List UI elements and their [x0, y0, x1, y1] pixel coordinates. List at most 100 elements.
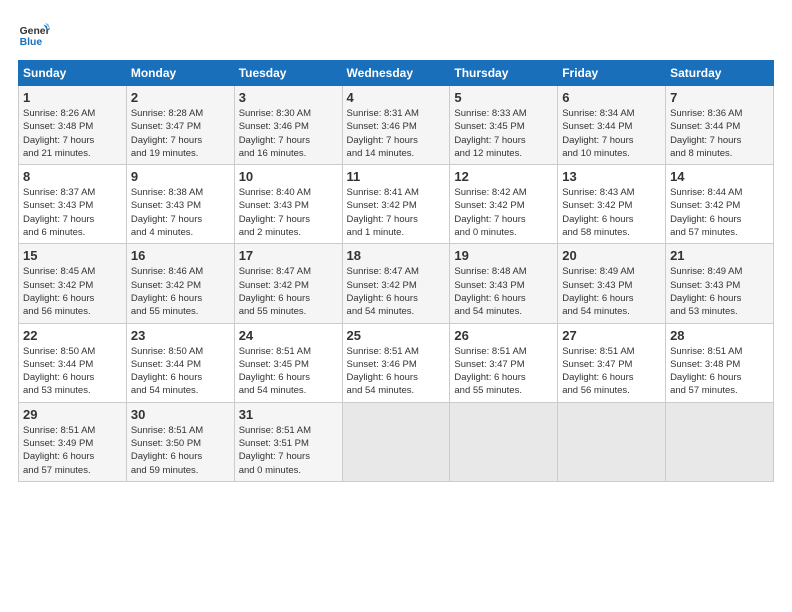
- day-content: Sunrise: 8:43 AMSunset: 3:42 PMDaylight:…: [562, 187, 634, 238]
- col-header-sunday: Sunday: [19, 61, 127, 86]
- day-content: Sunrise: 8:47 AMSunset: 3:42 PMDaylight:…: [347, 266, 419, 317]
- day-content: Sunrise: 8:51 AMSunset: 3:45 PMDaylight:…: [239, 346, 311, 397]
- day-cell: 3Sunrise: 8:30 AMSunset: 3:46 PMDaylight…: [234, 86, 342, 165]
- page: General Blue SundayMondayTuesdayWednesda…: [0, 0, 792, 612]
- logo: General Blue: [18, 18, 54, 50]
- col-header-monday: Monday: [126, 61, 234, 86]
- day-cell: 21 Sunrise: 8:49 AMSunset: 3:43 PMDayligh…: [666, 244, 774, 323]
- col-header-saturday: Saturday: [666, 61, 774, 86]
- day-number: 10: [239, 169, 338, 184]
- day-cell: 14 Sunrise: 8:44 AMSunset: 3:42 PMDayligh…: [666, 165, 774, 244]
- col-header-friday: Friday: [558, 61, 666, 86]
- day-content: Sunrise: 8:38 AMSunset: 3:43 PMDaylight:…: [131, 187, 203, 238]
- col-header-thursday: Thursday: [450, 61, 558, 86]
- day-cell: [450, 402, 558, 481]
- day-number: 23: [131, 328, 230, 343]
- day-cell: 5 Sunrise: 8:33 AMSunset: 3:45 PMDaylight…: [450, 86, 558, 165]
- day-content: Sunrise: 8:34 AMSunset: 3:44 PMDaylight:…: [562, 108, 634, 159]
- day-content: Sunrise: 8:28 AMSunset: 3:47 PMDaylight:…: [131, 108, 203, 159]
- day-content: Sunrise: 8:45 AMSunset: 3:42 PMDaylight:…: [23, 266, 95, 317]
- day-cell: 10 Sunrise: 8:40 AMSunset: 3:43 PMDayligh…: [234, 165, 342, 244]
- day-cell: [558, 402, 666, 481]
- day-cell: 1 Sunrise: 8:26 AMSunset: 3:48 PMDaylight…: [19, 86, 127, 165]
- day-cell: 18 Sunrise: 8:47 AMSunset: 3:42 PMDayligh…: [342, 244, 450, 323]
- day-cell: 25 Sunrise: 8:51 AMSunset: 3:46 PMDayligh…: [342, 323, 450, 402]
- day-number: 29: [23, 407, 122, 422]
- week-row-2: 8 Sunrise: 8:37 AMSunset: 3:43 PMDaylight…: [19, 165, 774, 244]
- svg-text:Blue: Blue: [20, 37, 43, 48]
- day-number: 28: [670, 328, 769, 343]
- day-cell: 24 Sunrise: 8:51 AMSunset: 3:45 PMDayligh…: [234, 323, 342, 402]
- day-number: 31: [239, 407, 338, 422]
- day-number: 15: [23, 248, 122, 263]
- day-content: Sunrise: 8:51 AMSunset: 3:49 PMDaylight:…: [23, 425, 95, 476]
- day-number: 2: [131, 90, 230, 105]
- day-content: Sunrise: 8:40 AMSunset: 3:43 PMDaylight:…: [239, 187, 311, 238]
- svg-text:General: General: [20, 26, 50, 37]
- calendar-header: SundayMondayTuesdayWednesdayThursdayFrid…: [19, 61, 774, 86]
- day-cell: 28Sunrise: 8:51 AMSunset: 3:48 PMDayligh…: [666, 323, 774, 402]
- col-header-tuesday: Tuesday: [234, 61, 342, 86]
- day-content: Sunrise: 8:42 AMSunset: 3:42 PMDaylight:…: [454, 187, 526, 238]
- day-content: Sunrise: 8:44 AMSunset: 3:42 PMDaylight:…: [670, 187, 742, 238]
- day-cell: 6 Sunrise: 8:34 AMSunset: 3:44 PMDaylight…: [558, 86, 666, 165]
- day-number: 30: [131, 407, 230, 422]
- day-number: 12: [454, 169, 553, 184]
- day-number: 19: [454, 248, 553, 263]
- day-number: 13: [562, 169, 661, 184]
- day-number: 25: [347, 328, 446, 343]
- day-cell: [342, 402, 450, 481]
- day-content: Sunrise: 8:41 AMSunset: 3:42 PMDaylight:…: [347, 187, 419, 238]
- week-row-5: 29 Sunrise: 8:51 AMSunset: 3:49 PMDayligh…: [19, 402, 774, 481]
- day-cell: 29 Sunrise: 8:51 AMSunset: 3:49 PMDayligh…: [19, 402, 127, 481]
- day-cell: 16Sunrise: 8:46 AMSunset: 3:42 PMDayligh…: [126, 244, 234, 323]
- day-cell: 8 Sunrise: 8:37 AMSunset: 3:43 PMDaylight…: [19, 165, 127, 244]
- day-cell: 7Sunrise: 8:36 AMSunset: 3:44 PMDaylight…: [666, 86, 774, 165]
- day-number: 18: [347, 248, 446, 263]
- day-content: Sunrise: 8:48 AMSunset: 3:43 PMDaylight:…: [454, 266, 526, 317]
- day-content: Sunrise: 8:46 AMSunset: 3:42 PMDaylight:…: [131, 266, 203, 317]
- day-number: 1: [23, 90, 122, 105]
- week-row-1: 1 Sunrise: 8:26 AMSunset: 3:48 PMDaylight…: [19, 86, 774, 165]
- day-content: Sunrise: 8:51 AMSunset: 3:46 PMDaylight:…: [347, 346, 419, 397]
- day-number: 14: [670, 169, 769, 184]
- day-cell: 4Sunrise: 8:31 AMSunset: 3:46 PMDaylight…: [342, 86, 450, 165]
- day-number: 22: [23, 328, 122, 343]
- day-number: 5: [454, 90, 553, 105]
- day-content: Sunrise: 8:49 AMSunset: 3:43 PMDaylight:…: [562, 266, 634, 317]
- col-header-wednesday: Wednesday: [342, 61, 450, 86]
- day-number: 11: [347, 169, 446, 184]
- day-content: Sunrise: 8:37 AMSunset: 3:43 PMDaylight:…: [23, 187, 95, 238]
- day-content: Sunrise: 8:51 AMSunset: 3:47 PMDaylight:…: [562, 346, 634, 397]
- day-cell: 22Sunrise: 8:50 AMSunset: 3:44 PMDayligh…: [19, 323, 127, 402]
- day-number: 27: [562, 328, 661, 343]
- day-number: 8: [23, 169, 122, 184]
- day-cell: 20 Sunrise: 8:49 AMSunset: 3:43 PMDayligh…: [558, 244, 666, 323]
- week-row-4: 22 Sunrise: 8:50 AMSunset: 3:44 PMDayligh…: [19, 323, 774, 402]
- day-number: 6: [562, 90, 661, 105]
- day-cell: 31 Sunrise: 8:51 AMSunset: 3:51 PMDayligh…: [234, 402, 342, 481]
- day-number: 24: [239, 328, 338, 343]
- header: General Blue: [18, 18, 774, 50]
- week-row-3: 15 Sunrise: 8:45 AMSunset: 3:42 PMDayligh…: [19, 244, 774, 323]
- day-number: 20: [562, 248, 661, 263]
- day-cell: 15 Sunrise: 8:45 AMSunset: 3:42 PMDayligh…: [19, 244, 127, 323]
- day-number: 9: [131, 169, 230, 184]
- day-cell: 11 Sunrise: 8:41 AMSunset: 3:42 PMDayligh…: [342, 165, 450, 244]
- day-cell: 30 Sunrise: 8:51 AMSunset: 3:50 PMDayligh…: [126, 402, 234, 481]
- day-content: Sunrise: 8:33 AMSunset: 3:45 PMDaylight:…: [454, 108, 526, 159]
- day-content: Sunrise: 8:51 AMSunset: 3:51 PMDaylight:…: [239, 425, 311, 476]
- day-number: 26: [454, 328, 553, 343]
- day-cell: 23 Sunrise: 8:50 AMSunset: 3:44 PMDayligh…: [126, 323, 234, 402]
- day-content: Sunrise: 8:50 AMSunset: 3:44 PMDaylight:…: [131, 346, 203, 397]
- day-content: Sunrise: 8:49 AMSunset: 3:43 PMDaylight:…: [670, 266, 742, 317]
- day-content: Sunrise: 8:30 AMSunset: 3:46 PMDaylight:…: [239, 108, 311, 159]
- day-number: 4: [347, 90, 446, 105]
- day-cell: 13 Sunrise: 8:43 AMSunset: 3:42 PMDayligh…: [558, 165, 666, 244]
- day-content: Sunrise: 8:26 AMSunset: 3:48 PMDaylight:…: [23, 108, 95, 159]
- day-content: Sunrise: 8:51 AMSunset: 3:47 PMDaylight:…: [454, 346, 526, 397]
- day-content: Sunrise: 8:51 AMSunset: 3:50 PMDaylight:…: [131, 425, 203, 476]
- day-number: 21: [670, 248, 769, 263]
- calendar-table: SundayMondayTuesdayWednesdayThursdayFrid…: [18, 60, 774, 482]
- day-content: Sunrise: 8:47 AMSunset: 3:42 PMDaylight:…: [239, 266, 311, 317]
